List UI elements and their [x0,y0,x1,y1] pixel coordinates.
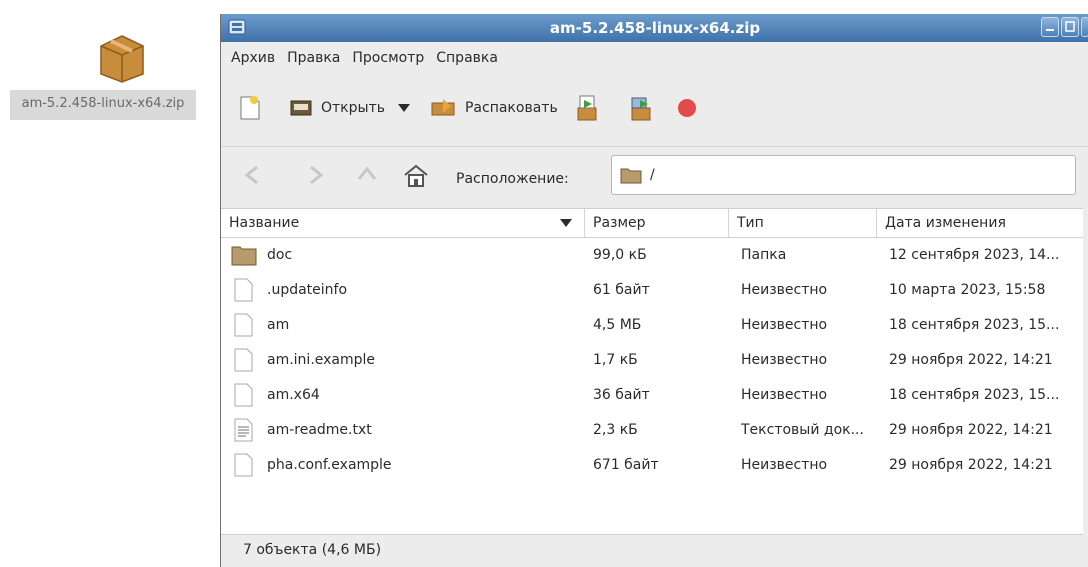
menu-help[interactable]: Справка [436,50,498,66]
row-type: Неизвестно [741,317,828,333]
stop-icon [677,99,696,117]
column-size[interactable]: Размер [585,209,729,237]
window-title: am-5.2.458-linux-x64.zip [549,19,761,37]
row-type: Неизвестно [741,457,828,473]
up-button[interactable] [353,161,381,193]
file-icon [234,453,253,477]
new-document-icon [240,96,260,120]
row-name: am [267,317,290,333]
row-date: 18 сентября 2023, 15... [889,387,1060,403]
toolbar: Открыть Распаковать [221,86,1088,130]
row-type: Текстовый док... [741,422,864,438]
table-row[interactable]: pha.conf.example 671 байт Неизвестно 29 … [221,448,1083,483]
row-name: am.ini.example [267,352,376,368]
folder-icon [231,246,257,266]
file-icon [234,278,253,302]
desktop-icon-label: am-5.2.458-linux-x64.zip [10,90,196,120]
row-name: am-readme.txt [267,422,372,438]
up-icon [357,166,377,180]
title-bar[interactable]: am-5.2.458-linux-x64.zip [221,14,1088,42]
extract-label: Распаковать [464,100,558,116]
row-size: 61 байт [593,282,650,298]
table-row[interactable]: am-readme.txt 2,3 кБ Текстовый док... 29… [221,413,1083,448]
table-row[interactable]: doc 99,0 кБ Папка 12 сентября 2023, 14..… [221,238,1083,273]
row-name: .updateinfo [267,282,348,298]
row-name: am.x64 [267,387,320,403]
add-files-icon [577,95,597,121]
maximize-button[interactable] [1061,17,1079,37]
menu-view[interactable]: Просмотр [352,50,424,66]
location-label: Расположение: [456,171,569,187]
open-dropdown-button[interactable] [397,103,411,113]
sort-descending-icon [560,219,572,227]
location-field[interactable]: / [611,155,1076,195]
home-icon [404,164,428,187]
location-path: / [650,167,655,183]
column-name[interactable]: Название [221,209,585,237]
row-date: 29 ноября 2022, 14:21 [889,422,1053,438]
row-size: 36 байт [593,387,650,403]
table-row[interactable]: am.x64 36 байт Неизвестно 18 сентября 20… [221,378,1083,413]
file-icon [234,348,253,372]
text-file-icon [234,418,253,442]
add-files-button[interactable] [574,94,600,122]
back-icon [244,165,258,185]
file-icon [234,313,253,337]
folder-icon [620,168,642,184]
row-name: doc [267,247,293,263]
row-size: 4,5 МБ [593,317,642,333]
add-folder-icon [631,97,651,121]
row-date: 29 ноября 2022, 14:21 [889,457,1053,473]
row-type: Неизвестно [741,352,828,368]
chevron-down-icon [397,104,410,112]
new-archive-button[interactable] [239,95,261,121]
open-archive-icon [290,100,312,116]
extract-icon [431,99,455,116]
row-name: pha.conf.example [267,457,392,473]
forward-button[interactable] [301,161,329,193]
file-list: Название Размер Тип Дата изменения doc 9… [221,208,1083,535]
menu-bar: Архив Правка Просмотр Справка [221,42,1088,74]
row-date: 18 сентября 2023, 15... [889,317,1060,333]
close-button[interactable] [1081,17,1088,37]
menu-edit[interactable]: Правка [287,50,340,66]
row-date: 29 ноября 2022, 14:21 [889,352,1053,368]
open-button[interactable]: Открыть [289,97,385,119]
file-icon [234,383,253,407]
minimize-button[interactable] [1041,17,1059,37]
back-button[interactable] [239,161,267,193]
desktop-zip-icon[interactable]: am-5.2.458-linux-x64.zip [10,28,208,120]
package-icon [97,28,147,84]
row-size: 2,3 кБ [593,422,638,438]
status-bar: 7 объекта (4,6 МБ) [243,542,382,558]
table-row[interactable]: am.ini.example 1,7 кБ Неизвестно 29 нояб… [221,343,1083,378]
extract-button[interactable]: Распаковать [429,97,558,119]
row-type: Папка [741,247,787,263]
forward-icon [310,165,324,185]
table-row[interactable]: am 4,5 МБ Неизвестно 18 сентября 2023, 1… [221,308,1083,343]
file-list-header: Название Размер Тип Дата изменения [221,209,1083,238]
row-size: 671 байт [593,457,659,473]
row-type: Неизвестно [741,282,828,298]
home-button[interactable] [401,161,431,195]
menu-archive[interactable]: Архив [231,50,275,66]
row-size: 1,7 кБ [593,352,638,368]
archive-manager-window: am-5.2.458-linux-x64.zip Архив Правка Пр… [220,14,1088,567]
stop-button[interactable] [676,97,698,119]
column-date[interactable]: Дата изменения [877,209,1083,237]
open-label: Открыть [321,100,385,116]
table-row[interactable]: .updateinfo 61 байт Неизвестно 10 марта … [221,273,1083,308]
row-date: 10 марта 2023, 15:58 [889,282,1046,298]
row-date: 12 сентября 2023, 14... [889,247,1060,263]
location-bar: Расположение: / [221,146,1088,205]
column-type[interactable]: Тип [729,209,877,237]
row-size: 99,0 кБ [593,247,647,263]
row-type: Неизвестно [741,387,828,403]
add-folder-button[interactable] [628,94,654,122]
